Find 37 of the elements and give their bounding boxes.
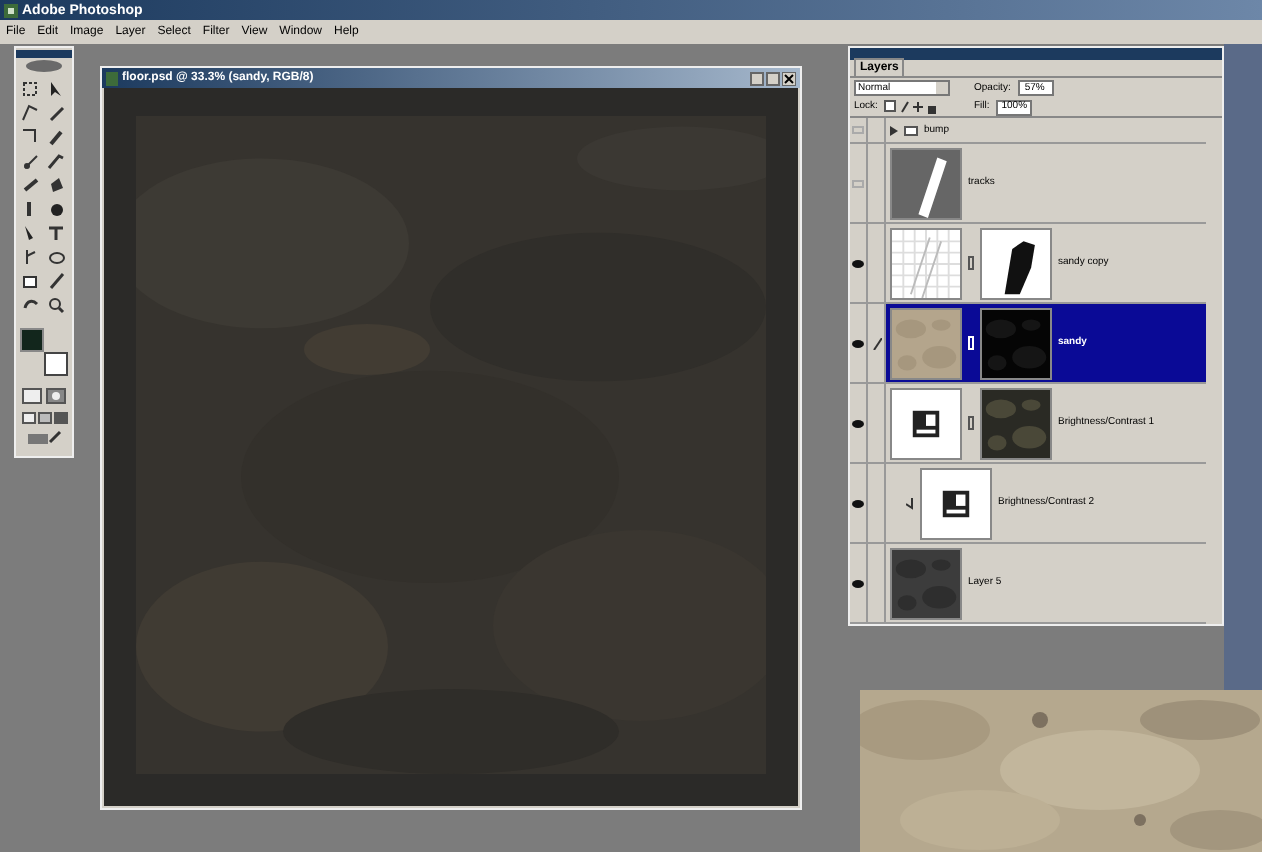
tool-icon[interactable] [46,224,68,244]
expand-triangle-icon[interactable] [890,125,898,135]
tool-icon[interactable] [46,152,68,172]
tool-icon[interactable] [46,128,68,148]
adjustment-layer-thumbnail [890,387,962,459]
app-icon [4,3,18,17]
eye-icon[interactable] [852,339,864,347]
tool-icon[interactable] [46,176,68,196]
tool-icon[interactable] [20,128,42,148]
tool-icon[interactable] [20,272,42,292]
eye-icon[interactable] [852,499,864,507]
transparent-thumbnail [890,227,962,299]
tool-icon[interactable] [20,104,42,124]
foreground-color-swatch[interactable] [20,328,44,352]
layer-thumbnail [890,147,962,219]
tool-icon[interactable] [20,176,42,196]
folder-icon [904,124,918,136]
tool-icon[interactable] [46,200,68,220]
standard-mode-icon[interactable] [22,388,42,404]
maximize-button[interactable] [766,71,780,85]
background-color-swatch[interactable] [44,352,68,376]
tool-icon[interactable] [46,272,68,292]
tool-icon[interactable] [20,152,42,172]
layer-mask-thumbnail [980,227,1052,299]
adjustment-layer-thumbnail [920,467,992,539]
quick-mask-icon[interactable] [46,388,66,404]
document-icon [106,71,118,85]
tool-icon[interactable] [46,248,68,268]
tool-icon[interactable] [46,104,68,124]
eye-icon[interactable] [852,259,864,267]
lock-options-icon[interactable] [883,100,936,115]
close-icon[interactable] [782,71,796,85]
tool-icon[interactable] [46,296,68,316]
eye-icon[interactable] [852,579,864,587]
eye-icon[interactable] [852,419,864,427]
minimize-button[interactable] [750,71,764,85]
tool-icon[interactable] [20,80,42,100]
